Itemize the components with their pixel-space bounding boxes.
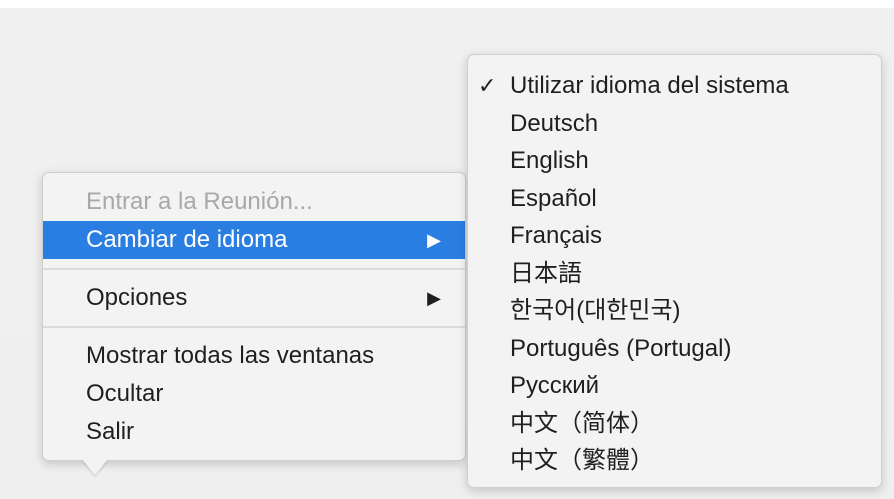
app-context-menu: Entrar a la Reunión... Cambiar de idioma… bbox=[42, 172, 466, 461]
language-label: English bbox=[510, 147, 589, 174]
language-label: Русский bbox=[510, 372, 600, 399]
language-label: 日本語 bbox=[510, 259, 582, 287]
menu-item-hide[interactable]: Ocultar bbox=[43, 375, 465, 413]
menu-item-label: Entrar a la Reunión... bbox=[86, 188, 313, 215]
language-item-japanese[interactable]: 日本語 bbox=[468, 255, 881, 293]
language-item-portuguese[interactable]: Português (Portugal) bbox=[468, 330, 881, 368]
language-label: 中文（繁體） bbox=[510, 447, 654, 474]
submenu-arrow-icon: ▶ bbox=[427, 288, 441, 308]
menu-item-change-language[interactable]: Cambiar de idioma ▶ bbox=[43, 221, 465, 259]
menu-separator bbox=[43, 268, 465, 270]
language-label: 한국어(대한민국) bbox=[510, 297, 681, 324]
language-item-korean[interactable]: 한국어(대한민국) bbox=[468, 292, 881, 330]
language-item-english[interactable]: English bbox=[468, 142, 881, 180]
menu-item-label: Opciones bbox=[86, 284, 188, 311]
menu-item-label: Ocultar bbox=[86, 380, 164, 407]
menu-item-options[interactable]: Opciones ▶ bbox=[43, 279, 465, 317]
language-item-francais[interactable]: Français bbox=[468, 217, 881, 255]
menu-pointer-tail bbox=[82, 459, 108, 475]
language-submenu: ✓ Utilizar idioma del sistema Deutsch En… bbox=[467, 54, 882, 488]
checkmark-icon: ✓ bbox=[478, 73, 497, 98]
language-label: Français bbox=[510, 222, 603, 249]
language-label: Deutsch bbox=[510, 109, 599, 137]
language-item-chinese-simplified[interactable]: 中文（简体） bbox=[468, 405, 881, 443]
language-item-chinese-traditional[interactable]: 中文（繁體） bbox=[468, 442, 881, 480]
language-item-russian[interactable]: Русский bbox=[468, 367, 881, 405]
menu-item-quit[interactable]: Salir bbox=[43, 413, 465, 451]
language-item-system[interactable]: ✓ Utilizar idioma del sistema bbox=[468, 67, 881, 105]
menu-item-label: Mostrar todas las ventanas bbox=[86, 342, 375, 369]
menu-separator bbox=[43, 326, 465, 328]
menu-item-join-meeting: Entrar a la Reunión... bbox=[43, 183, 465, 221]
language-label: 中文（简体） bbox=[510, 409, 654, 437]
language-label: Português (Portugal) bbox=[510, 334, 732, 362]
language-item-espanol[interactable]: Español bbox=[468, 180, 881, 218]
menu-item-show-all-windows[interactable]: Mostrar todas las ventanas bbox=[43, 337, 465, 375]
menu-item-label: Salir bbox=[86, 418, 135, 445]
menu-item-label: Cambiar de idioma bbox=[86, 226, 288, 253]
submenu-arrow-icon: ▶ bbox=[427, 230, 441, 250]
language-item-deutsch[interactable]: Deutsch bbox=[468, 105, 881, 143]
language-label: Español bbox=[510, 184, 597, 212]
language-label: Utilizar idioma del sistema bbox=[510, 72, 789, 99]
